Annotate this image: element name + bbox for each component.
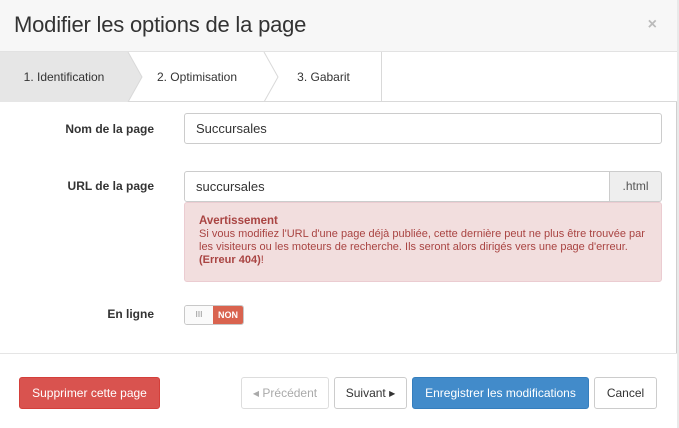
page-name-input[interactable] (184, 113, 662, 144)
online-label: En ligne (107, 307, 154, 321)
wizard-steps: 1. Identification 2. Optimisation 3. Gab… (0, 52, 677, 102)
dialog-header: Modifier les options de la page × (0, 0, 677, 52)
step-identification[interactable]: 1. Identification (0, 52, 128, 102)
step-optimisation[interactable]: 2. Optimisation (128, 52, 266, 102)
step-gabarit[interactable]: 3. Gabarit (266, 52, 382, 102)
cancel-button[interactable]: Cancel (594, 377, 657, 409)
url-warning-alert: Avertissement Si vous modifiez l'URL d'u… (184, 202, 662, 282)
previous-button[interactable]: ◀ Précédent (241, 377, 329, 409)
previous-button-label: Précédent (262, 386, 318, 400)
dialog-title: Modifier les options de la page (14, 12, 307, 37)
online-toggle[interactable]: III NON (184, 305, 244, 325)
alert-end: ! (260, 254, 264, 266)
step-gabarit-label: 3. Gabarit (297, 70, 350, 84)
page-name-label: Nom de la page (65, 122, 154, 136)
delete-page-button[interactable]: Supprimer cette page (19, 377, 160, 409)
page-url-input[interactable] (184, 171, 610, 202)
next-button[interactable]: Suivant ▶ (334, 377, 407, 409)
alert-error-code: (Erreur 404) (199, 254, 261, 266)
page-url-label: URL de la page (67, 179, 154, 193)
dialog-footer: Supprimer cette page ◀ Précédent Suivant… (0, 353, 677, 428)
step-optimisation-label: 2. Optimisation (156, 70, 238, 84)
save-button[interactable]: Enregistrer les modifications (412, 377, 589, 409)
close-icon[interactable]: × (648, 16, 657, 34)
page-options-dialog: Modifier les options de la page × 1. Ide… (0, 0, 677, 428)
step-identification-label: 1. Identification (23, 70, 105, 84)
alert-title: Avertissement (199, 215, 278, 227)
toggle-handle: III (185, 306, 213, 324)
caret-right-icon: ▶ (389, 388, 396, 398)
next-button-label: Suivant (345, 386, 386, 400)
url-suffix-addon: .html (610, 171, 662, 202)
alert-text: Si vous modifiez l'URL d'une page déjà p… (199, 228, 645, 253)
caret-left-icon: ◀ (252, 388, 260, 398)
toggle-state: NON (213, 306, 243, 324)
